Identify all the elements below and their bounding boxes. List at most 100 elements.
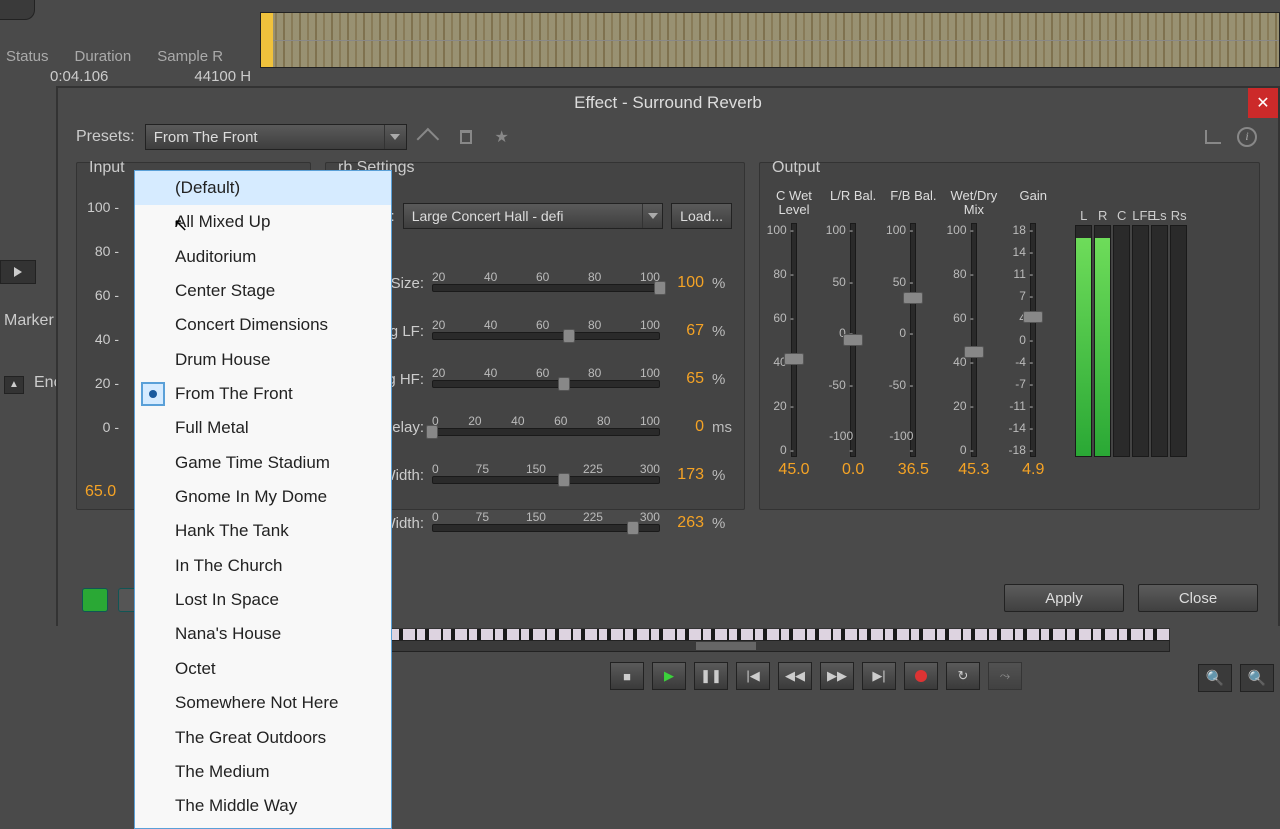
slider-knob[interactable] xyxy=(627,521,639,535)
play-preview-icon[interactable] xyxy=(0,260,36,284)
timeline-corner xyxy=(0,0,35,20)
preset-option[interactable]: Game Time Stadium xyxy=(135,446,391,480)
preset-option[interactable]: The Great Outdoors xyxy=(135,721,391,755)
fader-label: F/B Bal. xyxy=(890,189,936,223)
fader-knob[interactable] xyxy=(964,346,984,358)
fast-forward-button[interactable]: ▶▶ xyxy=(820,662,854,690)
preset-option[interactable]: In The Church xyxy=(135,549,391,583)
slider-value: 67 xyxy=(668,322,704,340)
rewind-button[interactable]: ◀◀ xyxy=(778,662,812,690)
chevron-down-icon[interactable] xyxy=(642,204,662,228)
chevron-down-icon[interactable] xyxy=(384,125,406,149)
horizontal-scrollbar[interactable] xyxy=(258,640,1170,652)
close-button[interactable]: ✕ xyxy=(1248,88,1278,118)
record-button[interactable] xyxy=(904,662,938,690)
preset-option[interactable]: Center Stage xyxy=(135,274,391,308)
apply-button[interactable]: Apply xyxy=(1004,584,1124,612)
preset-option[interactable]: Hank The Tank xyxy=(135,514,391,548)
meter-label: Rs xyxy=(1170,208,1187,223)
load-button[interactable]: Load... xyxy=(671,203,732,229)
playhead[interactable] xyxy=(261,13,273,67)
preset-option[interactable]: Somewhere Not Here xyxy=(135,686,391,720)
fader-value: 45.0 xyxy=(778,461,809,479)
delete-preset-icon[interactable] xyxy=(453,125,479,149)
skip-start-button[interactable]: |◀ xyxy=(736,662,770,690)
loop-button[interactable]: ↻ xyxy=(946,662,980,690)
meter-label: L xyxy=(1075,208,1092,223)
preset-option[interactable]: Full Metal xyxy=(135,411,391,445)
preset-value: From The Front xyxy=(154,129,258,146)
preset-option[interactable]: The Medium xyxy=(135,755,391,789)
slider-value: 65 xyxy=(668,370,704,388)
slider-knob[interactable] xyxy=(558,473,570,487)
fader-knob[interactable] xyxy=(903,292,923,304)
preset-option[interactable]: Nana's House xyxy=(135,617,391,651)
slider-track[interactable]: 20406080100 xyxy=(432,318,660,344)
close-dialog-button[interactable]: Close xyxy=(1138,584,1258,612)
radio-selected-icon xyxy=(141,382,165,406)
slider-track[interactable]: 20406080100 xyxy=(432,270,660,296)
fader-knob[interactable] xyxy=(1023,311,1043,323)
waveform-overview[interactable] xyxy=(260,12,1280,68)
slider-track[interactable]: 020406080100 xyxy=(432,414,660,440)
meter-label: C xyxy=(1113,208,1130,223)
skip-selection-button[interactable]: ⤳ xyxy=(988,662,1022,690)
slider-track[interactable]: 075150225300 xyxy=(432,462,660,488)
meter-label: R xyxy=(1094,208,1111,223)
fader-label: C WetLevel xyxy=(776,189,812,223)
preset-option[interactable]: Octet xyxy=(135,652,391,686)
fader-track[interactable]: 100 -80 -60 -40 -20 -0 - xyxy=(952,223,996,457)
marker-label: Marker xyxy=(4,312,54,330)
fader-track[interactable]: 100 -50 -0 --50 --100 - xyxy=(891,223,935,457)
fader-track[interactable]: 18 -14 -11 -7 -4 -0 --4 --7 --11 --14 --… xyxy=(1011,223,1055,457)
impulse-dropdown[interactable]: Large Concert Hall - defi xyxy=(403,203,663,229)
preset-option[interactable]: The Middle Way xyxy=(135,789,391,823)
scrollbar-thumb[interactable] xyxy=(696,642,756,650)
slider-knob[interactable] xyxy=(563,329,575,343)
stop-button[interactable]: ■ xyxy=(610,662,644,690)
fader-knob[interactable] xyxy=(784,353,804,365)
meter-bar xyxy=(1113,225,1130,457)
slider-value: 263 xyxy=(668,514,704,532)
preset-dropdown-list[interactable]: (Default)All Mixed UpAuditoriumCenter St… xyxy=(134,170,392,829)
slider-row: Pre-Delay: 020406080100 0 ms xyxy=(338,409,732,445)
routing-icon[interactable] xyxy=(1200,125,1226,149)
slider-value: 0 xyxy=(668,418,704,436)
output-fader: Gain 18 -14 -11 -7 -4 -0 --4 --7 --11 --… xyxy=(1011,189,1055,479)
slider-track[interactable]: 20406080100 xyxy=(432,366,660,392)
zoom-in-icon[interactable]: 🔍 xyxy=(1198,664,1232,692)
preset-option[interactable]: Auditorium xyxy=(135,240,391,274)
slider-track[interactable]: 075150225300 xyxy=(432,510,660,536)
output-fader: L/R Bal. 100 -50 -0 --50 --100 - 0.0 xyxy=(830,189,876,479)
slider-row: und Width: 075150225300 263 % xyxy=(338,505,732,541)
dialog-titlebar[interactable]: Effect - Surround Reverb ✕ xyxy=(58,88,1278,118)
preset-option[interactable]: From The Front xyxy=(135,377,391,411)
play-button[interactable]: ▶ xyxy=(652,662,686,690)
favorite-icon[interactable] xyxy=(489,125,515,149)
fader-value: 36.5 xyxy=(898,461,929,479)
preset-option[interactable]: Drum House xyxy=(135,343,391,377)
zoom-out-icon[interactable]: 🔍 xyxy=(1240,664,1274,692)
import-preset-icon[interactable] xyxy=(417,125,443,149)
info-icon[interactable] xyxy=(1234,125,1260,149)
slider-knob[interactable] xyxy=(654,281,666,295)
slider-knob[interactable] xyxy=(558,377,570,391)
meter-bar xyxy=(1132,225,1149,457)
input-scale: 100 -80 -60 -40 -20 -0 - xyxy=(87,199,119,435)
preset-option[interactable]: Concert Dimensions xyxy=(135,308,391,342)
slider-knob[interactable] xyxy=(426,425,438,439)
pause-button[interactable]: ❚❚ xyxy=(694,662,728,690)
preset-option[interactable]: (Default) xyxy=(135,171,391,205)
preset-option[interactable]: Gnome In My Dome xyxy=(135,480,391,514)
fader-knob[interactable] xyxy=(843,334,863,346)
power-toggle[interactable] xyxy=(82,588,108,612)
skip-end-button[interactable]: ▶| xyxy=(862,662,896,690)
preset-option[interactable]: All Mixed Up xyxy=(135,205,391,239)
preset-dropdown[interactable]: From The Front xyxy=(145,124,407,150)
expand-icon[interactable]: ▲ xyxy=(4,376,24,394)
level-meters: LRCLFELsRs . xyxy=(1075,189,1187,479)
preset-option[interactable]: Lost In Space xyxy=(135,583,391,617)
fader-track[interactable]: 100 -50 -0 --50 --100 - xyxy=(831,223,875,457)
dialog-title: Effect - Surround Reverb xyxy=(574,93,762,113)
fader-track[interactable]: 100 -80 -60 -40 -20 -0 - xyxy=(772,223,816,457)
